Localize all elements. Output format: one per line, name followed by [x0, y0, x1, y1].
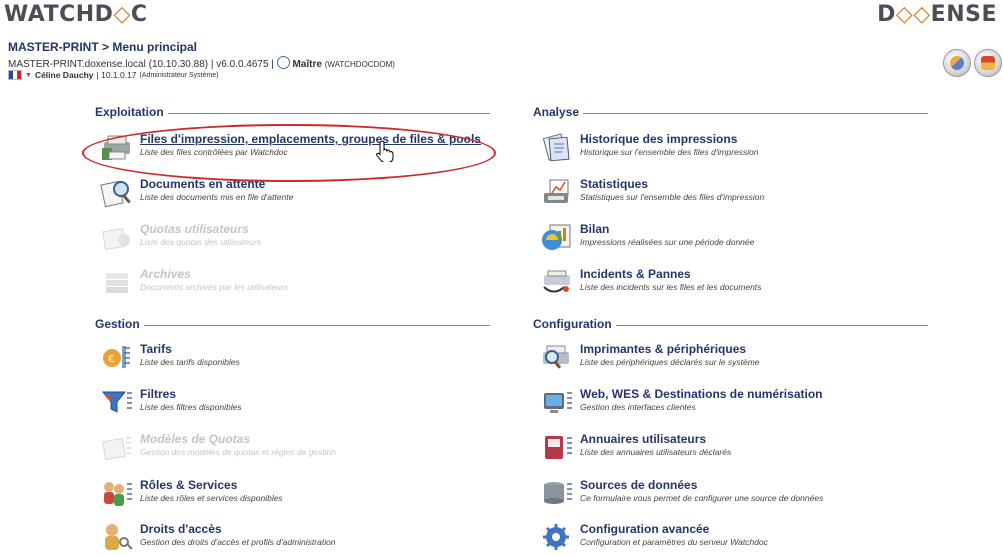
menu-item-archives[interactable]: Archives Documents archivés par les utili… [100, 265, 500, 301]
section-title: Analyse [533, 105, 584, 119]
item-desc: Liste des documents mis en file d'attent… [140, 192, 294, 202]
menu-item-report[interactable]: Bilan Impressions réalisées sur une pério… [540, 220, 960, 256]
item-desc: Liste des filtres disponibles [140, 402, 242, 412]
chevron-down-icon[interactable]: ▼ [25, 72, 32, 79]
item-desc: Historique sur l'ensemble des files d'im… [580, 147, 759, 157]
item-desc: Configuration et paramètres du serveur W… [580, 537, 768, 547]
highlight-annotation [82, 124, 496, 182]
menu-item-user-quotas[interactable]: Quotas utilisateurs Liste des quotas des … [100, 220, 500, 256]
item-desc: Liste des incidents sur les files et les… [580, 282, 762, 292]
item-title: Quotas utilisateurs [140, 222, 249, 236]
server-ip: (10.10.30.88) [148, 59, 209, 70]
report-icon [542, 224, 571, 250]
filter-icon [101, 391, 132, 413]
item-desc: Liste des rôles et services disponibles [140, 493, 283, 503]
user-ip: | 10.1.0.17 [96, 70, 137, 80]
item-title: Modèles de Quotas [140, 432, 251, 446]
menu-item-roles-services[interactable]: Rôles & Services Liste des rôles et servi… [100, 476, 500, 512]
menu-item-tariffs[interactable]: € Tarifs Liste des tarifs disponibles [100, 340, 500, 376]
server-role: Maître [292, 59, 322, 70]
svg-text:€: € [108, 354, 114, 365]
item-title: Historique des impressions [580, 132, 738, 146]
section-gestion: Gestion [95, 317, 490, 331]
section-analyse: Analyse [533, 105, 928, 119]
server-domain: (WATCHDOCDOM) [324, 60, 395, 69]
tariffs-icon: € [103, 346, 130, 368]
breadcrumb: MASTER-PRINT > Menu principal [8, 40, 198, 54]
item-title: Tarifs [140, 342, 172, 356]
menu-item-incidents[interactable]: Incidents & Pannes Liste des incidents su… [540, 265, 960, 301]
doxense-logo[interactable]: D◇◇ENSE [877, 2, 997, 27]
item-desc: Gestion des modèles de quotas et règles … [140, 447, 337, 457]
web-wes-icon [544, 392, 572, 413]
data-source-icon [544, 482, 572, 504]
menu-item-quota-templates[interactable]: Modèles de Quotas Gestion des modèles de … [100, 430, 500, 466]
quota-template-icon [102, 437, 131, 461]
master-icon [276, 56, 290, 69]
user-info: ▼ Céline Dauchy | 10.1.0.17 (Administrat… [8, 70, 219, 80]
language-flag-icon[interactable] [8, 70, 22, 80]
statistics-icon [544, 179, 569, 203]
item-title: Web, WES & Destinations de numérisation [580, 387, 823, 401]
section-configuration: Configuration [533, 317, 928, 331]
menu-item-access-rights[interactable]: Droits d'accès Gestion des droits d'accès… [100, 520, 500, 556]
item-desc: Statistiques sur l'ensemble des files d'… [580, 192, 765, 202]
item-desc: Gestion des interfaces clientes [580, 402, 696, 412]
item-title: Statistiques [580, 177, 649, 191]
server-info: MASTER-PRINT.doxense.local (10.10.30.88)… [8, 56, 395, 70]
user-name: Céline Dauchy [34, 70, 94, 80]
server-version: v6.0.0.4675 [216, 59, 269, 70]
item-title: Archives [140, 267, 191, 281]
item-desc: Documents archivés par les utilisateurs [140, 282, 288, 292]
history-icon [542, 133, 570, 162]
documents-search-icon [100, 180, 131, 207]
section-exploitation: Exploitation [95, 105, 490, 119]
menu-item-printers-devices[interactable]: Imprimantes & périphériques Liste des pér… [540, 340, 960, 376]
separator: | [268, 59, 277, 70]
top-bar: WATCHD◇C D◇◇ENSE [0, 0, 1003, 40]
settings-icon[interactable] [943, 49, 971, 77]
item-desc: Liste des annuaires utilisateurs déclaré… [580, 447, 732, 457]
menu-item-statistics[interactable]: Statistiques Statistiques sur l'ensemble … [540, 175, 960, 211]
hand-cursor-icon [376, 140, 394, 162]
directory-icon [545, 436, 572, 459]
item-desc: Impressions réalisées sur une période do… [580, 237, 755, 247]
roles-icon [104, 482, 132, 506]
item-title: Bilan [580, 222, 610, 236]
section-title: Exploitation [95, 105, 168, 119]
item-title: Sources de données [580, 478, 698, 492]
item-desc: Liste des quotas des utilisateurs [140, 237, 261, 247]
item-desc: Gestion des droits d'accès et profils d'… [140, 537, 336, 547]
home-icon[interactable] [974, 49, 1002, 77]
item-title: Annuaires utilisateurs [580, 432, 707, 446]
item-title: Imprimantes & périphériques [580, 342, 747, 356]
quota-icon [102, 227, 130, 251]
printers-icon [543, 345, 569, 369]
watchdoc-logo[interactable]: WATCHD◇C [4, 2, 148, 27]
item-title: Droits d'accès [140, 522, 222, 536]
item-title: Rôles & Services [140, 478, 238, 492]
section-title: Configuration [533, 317, 616, 331]
menu-item-advanced-config[interactable]: Configuration avancée Configuration et pa… [540, 520, 960, 556]
server-host: MASTER-PRINT.doxense.local [8, 59, 146, 70]
item-title: Configuration avancée [580, 522, 710, 536]
menu-item-print-history[interactable]: Historique des impressions Historique sur… [540, 130, 960, 166]
item-title: Filtres [140, 387, 177, 401]
menu-item-data-sources[interactable]: Sources de données Ce formulaire vous per… [540, 476, 960, 512]
menu-item-web-wes[interactable]: Web, WES & Destinations de numérisation G… [540, 385, 960, 421]
item-desc: Ce formulaire vous permet de configurer … [580, 493, 824, 503]
archive-icon [106, 273, 128, 293]
item-desc: Liste des périphériques déclarés sur le … [580, 357, 760, 367]
item-desc: Liste des tarifs disponibles [140, 357, 240, 367]
menu-item-filters[interactable]: Filtres Liste des filtres disponibles [100, 385, 500, 421]
section-title: Gestion [95, 317, 144, 331]
incidents-icon [543, 270, 570, 293]
item-title: Incidents & Pannes [580, 267, 691, 281]
user-role: (Administrateur Système) [139, 71, 219, 79]
menu-item-user-directories[interactable]: Annuaires utilisateurs Liste des annuaire… [540, 430, 960, 466]
